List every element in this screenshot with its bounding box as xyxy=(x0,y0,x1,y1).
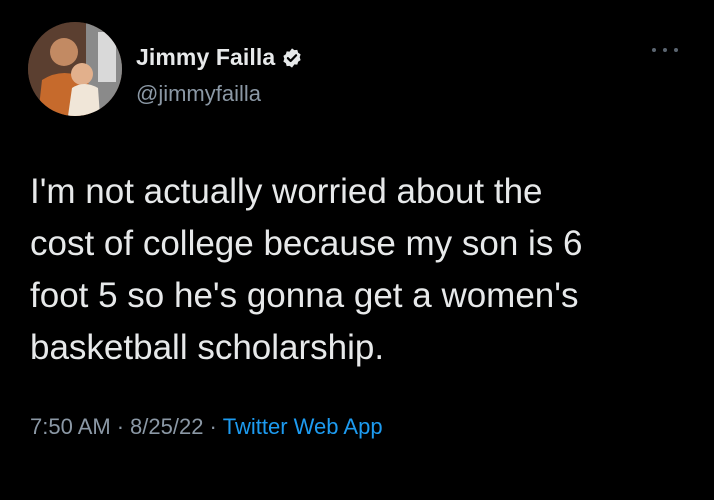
more-options-icon[interactable] xyxy=(652,44,678,56)
author-handle[interactable]: @jimmyfailla xyxy=(136,81,261,107)
tweet-source-link[interactable]: Twitter Web App xyxy=(223,414,383,439)
avatar[interactable] xyxy=(28,22,122,116)
verified-badge-icon xyxy=(281,47,303,69)
tweet-date[interactable]: 8/25/22 xyxy=(130,414,203,439)
more-dot xyxy=(652,48,656,52)
tweet-card: Jimmy Failla @jimmyfailla I'm not actual… xyxy=(0,0,714,500)
meta-separator: · xyxy=(116,414,125,439)
more-dot xyxy=(674,48,678,52)
author-display-name[interactable]: Jimmy Failla xyxy=(136,44,275,71)
more-dot xyxy=(663,48,667,52)
tweet-time[interactable]: 7:50 AM xyxy=(30,414,111,439)
avatar-photo xyxy=(28,22,122,116)
meta-separator: · xyxy=(209,414,217,439)
author-name-row: Jimmy Failla xyxy=(136,44,303,71)
tweet-metadata: 7:50 AM · 8/25/22 · Twitter Web App xyxy=(30,414,383,440)
tweet-text: I'm not actually worried about the cost … xyxy=(30,172,583,367)
